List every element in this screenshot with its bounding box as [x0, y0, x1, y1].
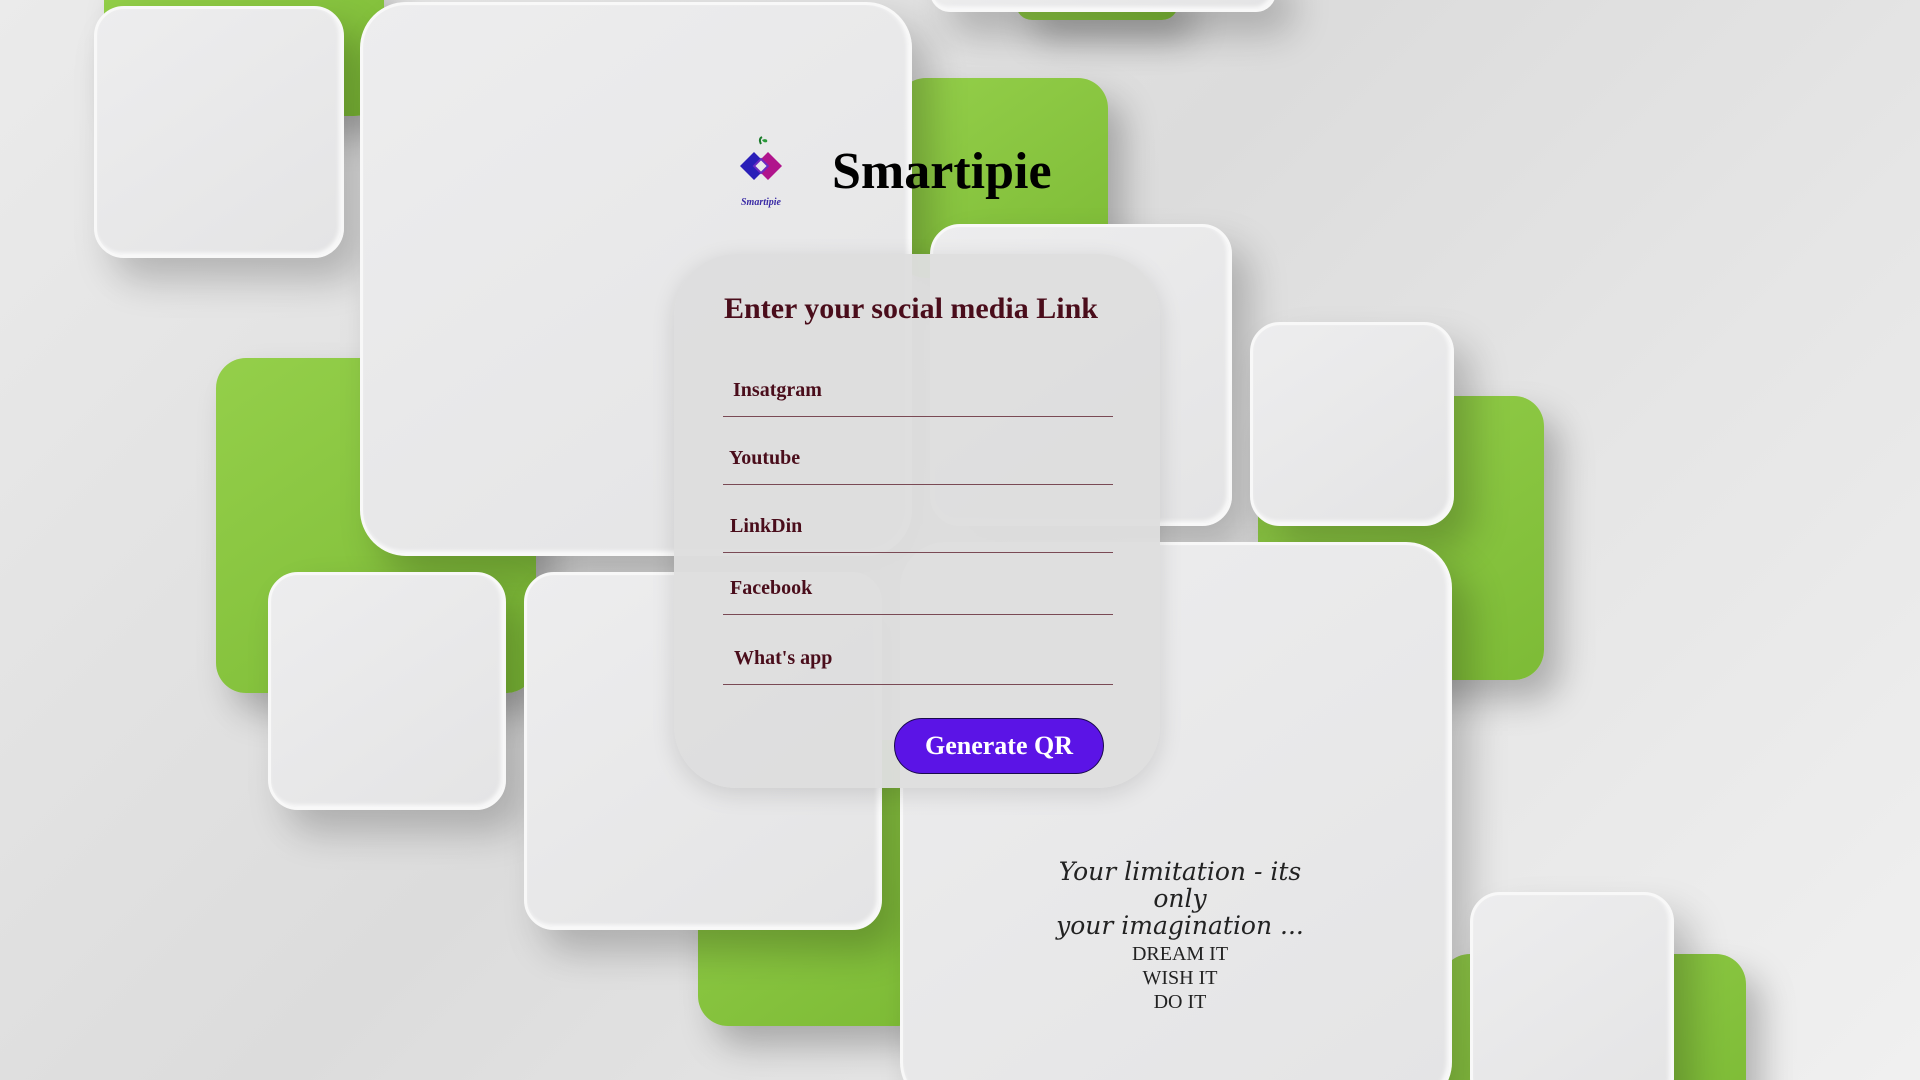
quote-line-1: Your limitation - its only: [1058, 857, 1302, 913]
instagram-field-wrapper: [723, 364, 1113, 417]
form-title: Enter your social media Link: [724, 292, 1098, 325]
facebook-field-wrapper: [723, 562, 1113, 615]
gray-tile: [268, 572, 506, 810]
smartipie-logo-icon: Smartipie: [732, 136, 790, 208]
facebook-input[interactable]: [723, 562, 1113, 614]
gray-tile: [1470, 892, 1674, 1080]
whatsapp-input[interactable]: [723, 632, 1113, 684]
generate-qr-button[interactable]: Generate QR: [894, 718, 1104, 774]
gray-tile: [930, 0, 1276, 12]
gray-tile: [94, 6, 344, 258]
motto-line: DREAM IT: [1131, 943, 1229, 965]
linkedin-input[interactable]: [723, 500, 1113, 552]
youtube-field-wrapper: [723, 432, 1113, 485]
motto: DREAM IT WISH IT DO IT: [1080, 942, 1280, 1014]
linkedin-field-wrapper: [723, 500, 1113, 553]
quote-text: Your limitation - its only your imaginat…: [1030, 858, 1330, 939]
motto-line: WISH IT: [1142, 967, 1218, 989]
gray-tile: [1250, 322, 1454, 526]
logo-caption: Smartipie: [740, 197, 781, 208]
instagram-input[interactable]: [723, 364, 1113, 416]
social-link-form: Enter your social media Link Generate QR: [674, 254, 1160, 788]
brand-name: Smartipie: [832, 142, 1052, 200]
brand-header: Smartipie Smartipie: [732, 134, 1052, 208]
quote-line-2: your imagination ...: [1056, 911, 1304, 940]
whatsapp-field-wrapper: [723, 632, 1113, 685]
youtube-input[interactable]: [723, 432, 1113, 484]
motto-line: DO IT: [1153, 991, 1207, 1013]
